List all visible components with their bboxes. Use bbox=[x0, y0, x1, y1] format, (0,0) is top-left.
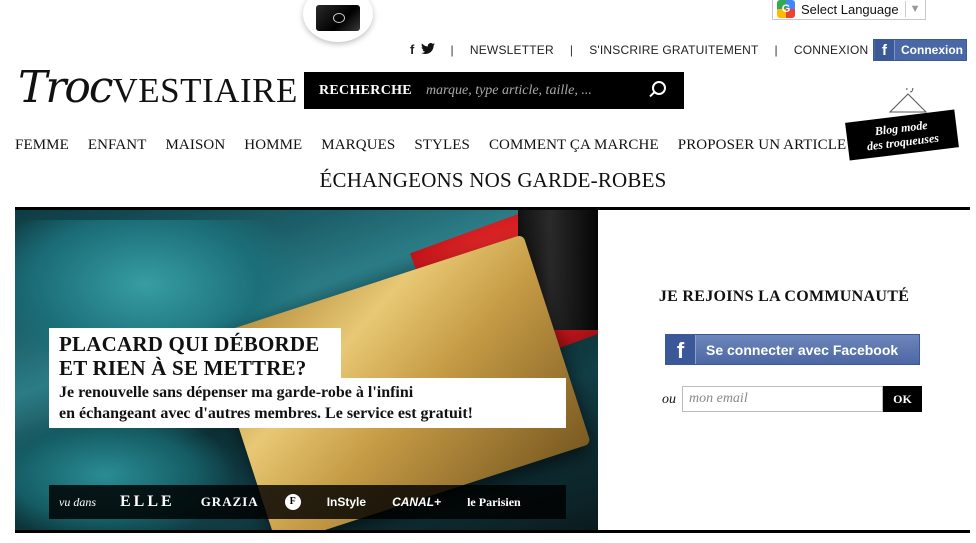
hero-headline-line2: ET RIEN À SE METTRE? bbox=[59, 356, 307, 380]
join-title: JE REJOINS LA COMMUNAUTÉ bbox=[658, 288, 910, 305]
separator: | bbox=[569, 42, 574, 57]
or-label: ou bbox=[662, 392, 676, 407]
nav-item-femme[interactable]: FEMME bbox=[15, 137, 69, 154]
search-icon[interactable] bbox=[652, 81, 666, 95]
ok-button[interactable]: OK bbox=[883, 386, 922, 412]
search-bar: RECHERCHE bbox=[304, 72, 684, 109]
facebook-icon: f bbox=[666, 335, 696, 364]
newsletter-link[interactable]: NEWSLETTER bbox=[470, 43, 554, 57]
search-label: RECHERCHE bbox=[319, 82, 412, 98]
hero-image: PLACARD QUI DÉBORDE ET RIEN À SE METTRE?… bbox=[15, 210, 598, 530]
bag-image bbox=[316, 5, 360, 31]
canal-plus-logo: CANAL+ bbox=[392, 495, 442, 509]
featured-bag-thumbnail[interactable] bbox=[303, 0, 373, 42]
instyle-logo: InStyle bbox=[326, 495, 367, 509]
facebook-connect-label: Se connecter avec Facebook bbox=[706, 341, 899, 358]
logo-vestiaire: VESTIAIRE bbox=[112, 71, 298, 110]
nav-item-homme[interactable]: HOMME bbox=[244, 137, 302, 154]
nav-item-maison[interactable]: MAISON bbox=[166, 137, 226, 154]
facebook-connexion-label: Connexion bbox=[901, 43, 963, 57]
le-parisien-logo: le Parisien bbox=[467, 494, 521, 509]
language-selector[interactable]: G Select Language ▼ bbox=[772, 0, 926, 20]
nav-item-comment-ca-marche[interactable]: COMMENT ÇA MARCHE bbox=[489, 137, 659, 154]
press-bar: vu dans ELLE GRAZIA F InStyle CANAL+ le … bbox=[49, 485, 566, 519]
hero-subline: Je renouvelle sans dépenser ma garde-rob… bbox=[49, 378, 566, 428]
facebook-connexion-button[interactable]: f Connexion bbox=[873, 39, 967, 61]
site-logo[interactable]: Troc VESTIAIRE bbox=[18, 66, 298, 110]
separator: | bbox=[450, 42, 454, 57]
hero-headline: PLACARD QUI DÉBORDE ET RIEN À SE METTRE? bbox=[49, 328, 341, 384]
divider bbox=[904, 1, 906, 17]
facebook-icon[interactable]: f bbox=[410, 42, 415, 57]
google-icon: G bbox=[777, 0, 795, 18]
separator: | bbox=[774, 42, 778, 57]
elle-logo: ELLE bbox=[120, 493, 175, 510]
page-tagline: ÉCHANGEONS NOS GARDE-ROBES bbox=[319, 168, 667, 192]
facebook-icon: f bbox=[875, 40, 895, 60]
search-input[interactable] bbox=[425, 82, 626, 99]
language-label: Select Language bbox=[801, 1, 899, 17]
facebook-connect-button[interactable]: f Se connecter avec Facebook bbox=[665, 334, 920, 365]
login-link[interactable]: CONNEXION bbox=[794, 43, 868, 57]
chevron-down-icon: ▼ bbox=[909, 3, 921, 15]
hero-subline-line1: Je renouvelle sans dépenser ma garde-rob… bbox=[59, 384, 414, 401]
email-field[interactable] bbox=[682, 386, 883, 412]
press-label: vu dans bbox=[59, 494, 96, 509]
hero-headline-line1: PLACARD QUI DÉBORDE bbox=[59, 332, 320, 356]
top-links: f | NEWSLETTER | S'INSCRIRE GRATUITEMENT… bbox=[410, 42, 868, 57]
main-nav: FEMME ENFANT MAISON HOMME MARQUES STYLES… bbox=[15, 137, 865, 154]
hero-banner: PLACARD QUI DÉBORDE ET RIEN À SE METTRE?… bbox=[15, 207, 970, 533]
logo-troc: Troc bbox=[18, 62, 114, 113]
signup-link[interactable]: S'INSCRIRE GRATUITEMENT bbox=[589, 43, 758, 57]
nav-item-proposer-un-article[interactable]: PROPOSER UN ARTICLE bbox=[678, 137, 847, 154]
twitter-icon[interactable] bbox=[420, 42, 435, 57]
f-magazine-logo: F bbox=[284, 494, 301, 510]
nav-item-marques[interactable]: MARQUES bbox=[321, 137, 395, 154]
nav-item-styles[interactable]: STYLES bbox=[414, 137, 470, 154]
hero-subline-line2: en échangeant avec d'autres membres. Le … bbox=[59, 405, 473, 422]
nav-item-enfant[interactable]: ENFANT bbox=[88, 137, 147, 154]
grazia-logo: GRAZIA bbox=[200, 494, 259, 509]
